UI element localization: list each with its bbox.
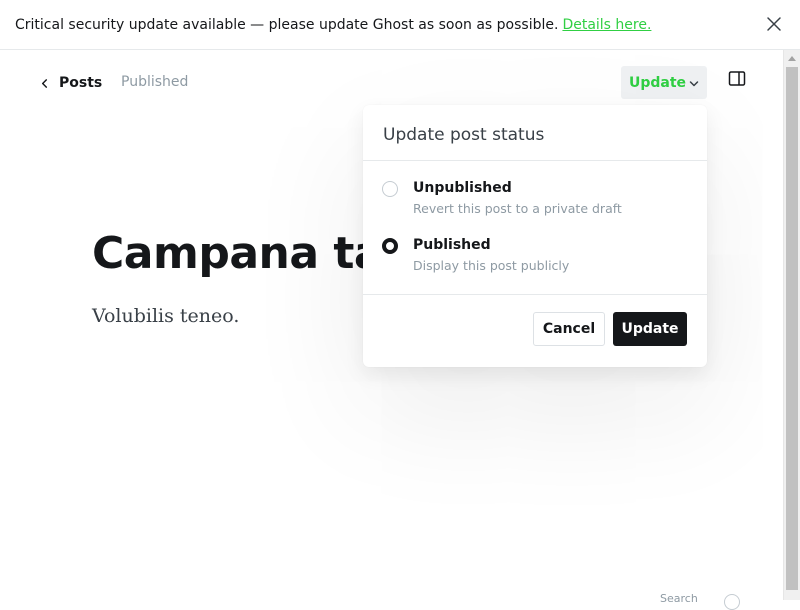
back-to-posts-link[interactable]: Posts: [40, 72, 102, 94]
banner-details-link[interactable]: Details here.: [562, 17, 651, 33]
popover-title: Update post status: [383, 125, 545, 145]
back-link-label: Posts: [59, 75, 103, 91]
status-option-unpublished[interactable]: Unpublished Revert this post to a privat…: [382, 179, 682, 223]
option-description: Revert this post to a private draft: [413, 201, 622, 216]
status-option-published[interactable]: Published Display this post publicly: [382, 236, 682, 280]
scrollbar-thumb[interactable]: [786, 67, 798, 590]
radio-unpublished[interactable]: [382, 181, 398, 197]
update-status-popover: Update post status Unpublished Revert th…: [363, 105, 707, 367]
chevron-down-icon: [689, 81, 699, 87]
chevron-left-icon: [41, 78, 48, 88]
popover-divider-bottom: [363, 294, 707, 295]
popover-divider-top: [363, 160, 707, 161]
scrollbar[interactable]: [783, 50, 800, 600]
scroll-up-arrow-icon[interactable]: [788, 56, 796, 61]
update-button[interactable]: Update: [613, 312, 687, 346]
sidebar-toggle-icon[interactable]: [728, 70, 746, 88]
post-status-text: Published: [121, 74, 189, 90]
help-icon[interactable]: [724, 594, 740, 610]
option-description: Display this post publicly: [413, 258, 570, 273]
footer-hint[interactable]: Search: [660, 592, 698, 605]
update-dropdown-button[interactable]: Update: [621, 66, 707, 99]
option-label: Published: [413, 237, 491, 253]
post-body[interactable]: Volubilis teneo.: [92, 305, 239, 327]
security-update-banner: Critical security update available — ple…: [0, 0, 800, 50]
close-icon[interactable]: [766, 16, 782, 32]
radio-published[interactable]: [382, 238, 398, 254]
cancel-button[interactable]: Cancel: [533, 312, 605, 346]
update-dropdown-label: Update: [628, 74, 687, 91]
banner-message: Critical security update available — ple…: [15, 16, 559, 33]
option-label: Unpublished: [413, 180, 512, 196]
